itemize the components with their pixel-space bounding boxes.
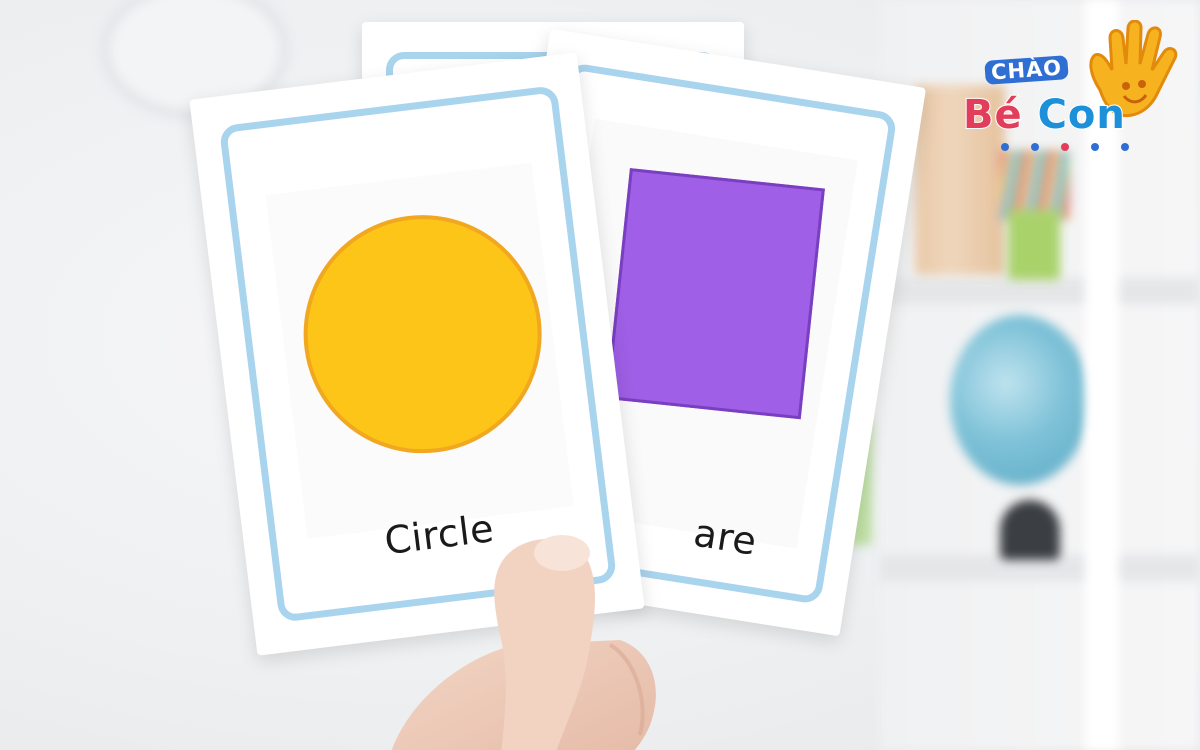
background-shelf-board — [880, 278, 1200, 304]
background-globe — [950, 315, 1090, 485]
brand-logo: CHÀO Bé Con — [955, 20, 1180, 155]
logo-be-con-text: Bé Con — [962, 91, 1126, 139]
background-pencil-cup — [1008, 210, 1060, 280]
square-shape — [605, 168, 825, 420]
photo-scene: Square Circle CHÀO Bé Con — [0, 0, 1200, 750]
holding-hand — [391, 535, 656, 750]
logo-con-word: Con — [1037, 91, 1126, 139]
logo-chao-text: CHÀO — [984, 55, 1069, 85]
background-globe-stand — [1000, 500, 1060, 560]
logo-be-word: Bé — [962, 91, 1023, 139]
logo-wheels-icon — [1001, 143, 1129, 151]
